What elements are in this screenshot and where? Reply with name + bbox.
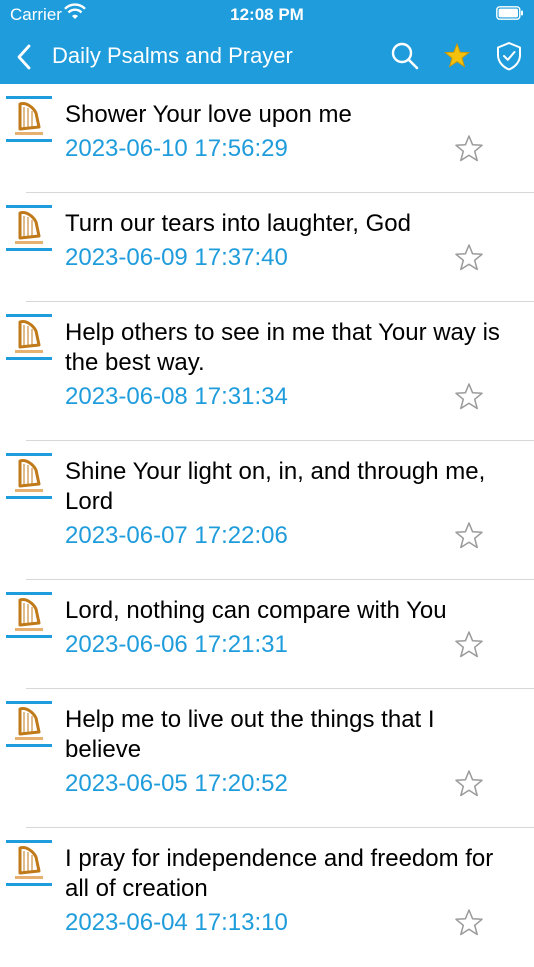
shield-check-icon[interactable] — [494, 40, 524, 72]
item-title: Lord, nothing can compare with You — [65, 597, 447, 624]
list-item[interactable]: Turn our tears into laughter, God 2023-0… — [0, 193, 534, 302]
back-chevron-icon[interactable] — [14, 42, 34, 72]
item-date: 2023-06-05 17:20:52 — [65, 770, 288, 797]
star-outline-icon[interactable] — [454, 521, 484, 551]
navigation-bar: Daily Psalms and Prayer — [0, 30, 534, 84]
page-title: Daily Psalms and Prayer — [52, 43, 293, 68]
item-date: 2023-06-06 17:21:31 — [65, 631, 288, 658]
item-title: Turn our tears into laughter, God — [65, 210, 411, 237]
star-outline-icon[interactable] — [454, 769, 484, 799]
search-icon[interactable] — [390, 40, 420, 72]
star-outline-icon[interactable] — [454, 908, 484, 938]
item-title: I pray for independence and freedom for … — [65, 845, 494, 902]
item-date: 2023-06-08 17:31:34 — [65, 383, 288, 410]
battery-icon — [496, 6, 523, 20]
prayer-list: Shower Your love upon me 2023-06-10 17:5… — [0, 84, 534, 967]
status-bar: Carrier 12:08 PM — [0, 0, 534, 30]
harp-thumbnail-icon — [6, 96, 52, 142]
item-title: Shine Your light on, in, and through me,… — [65, 458, 486, 515]
favorites-star-icon[interactable] — [442, 40, 472, 72]
harp-thumbnail-icon — [6, 314, 52, 360]
item-date: 2023-06-04 17:13:10 — [65, 909, 288, 936]
item-title: Shower Your love upon me — [65, 101, 352, 128]
list-item[interactable]: Help others to see in me that Your way i… — [0, 302, 534, 441]
harp-thumbnail-icon — [6, 592, 52, 638]
list-item[interactable]: I pray for independence and freedom for … — [0, 828, 534, 967]
harp-thumbnail-icon — [6, 205, 52, 251]
star-outline-icon[interactable] — [454, 382, 484, 412]
item-title: Help others to see in me that Your way i… — [65, 319, 500, 376]
item-date: 2023-06-07 17:22:06 — [65, 522, 288, 549]
item-date: 2023-06-09 17:37:40 — [65, 244, 288, 271]
list-item[interactable]: Shower Your love upon me 2023-06-10 17:5… — [0, 84, 534, 193]
list-item[interactable]: Lord, nothing can compare with You 2023-… — [0, 580, 534, 689]
list-item[interactable]: Shine Your light on, in, and through me,… — [0, 441, 534, 580]
item-date: 2023-06-10 17:56:29 — [65, 135, 288, 162]
status-time: 12:08 PM — [230, 5, 304, 24]
star-outline-icon[interactable] — [454, 134, 484, 164]
item-title: Help me to live out the things that I be… — [65, 706, 435, 763]
top-bar: Carrier 12:08 PM Daily Psalms and Prayer — [0, 0, 534, 84]
harp-thumbnail-icon — [6, 453, 52, 499]
harp-thumbnail-icon — [6, 840, 52, 886]
star-outline-icon[interactable] — [454, 243, 484, 273]
harp-thumbnail-icon — [6, 701, 52, 747]
list-item[interactable]: Help me to live out the things that I be… — [0, 689, 534, 828]
star-outline-icon[interactable] — [454, 630, 484, 660]
